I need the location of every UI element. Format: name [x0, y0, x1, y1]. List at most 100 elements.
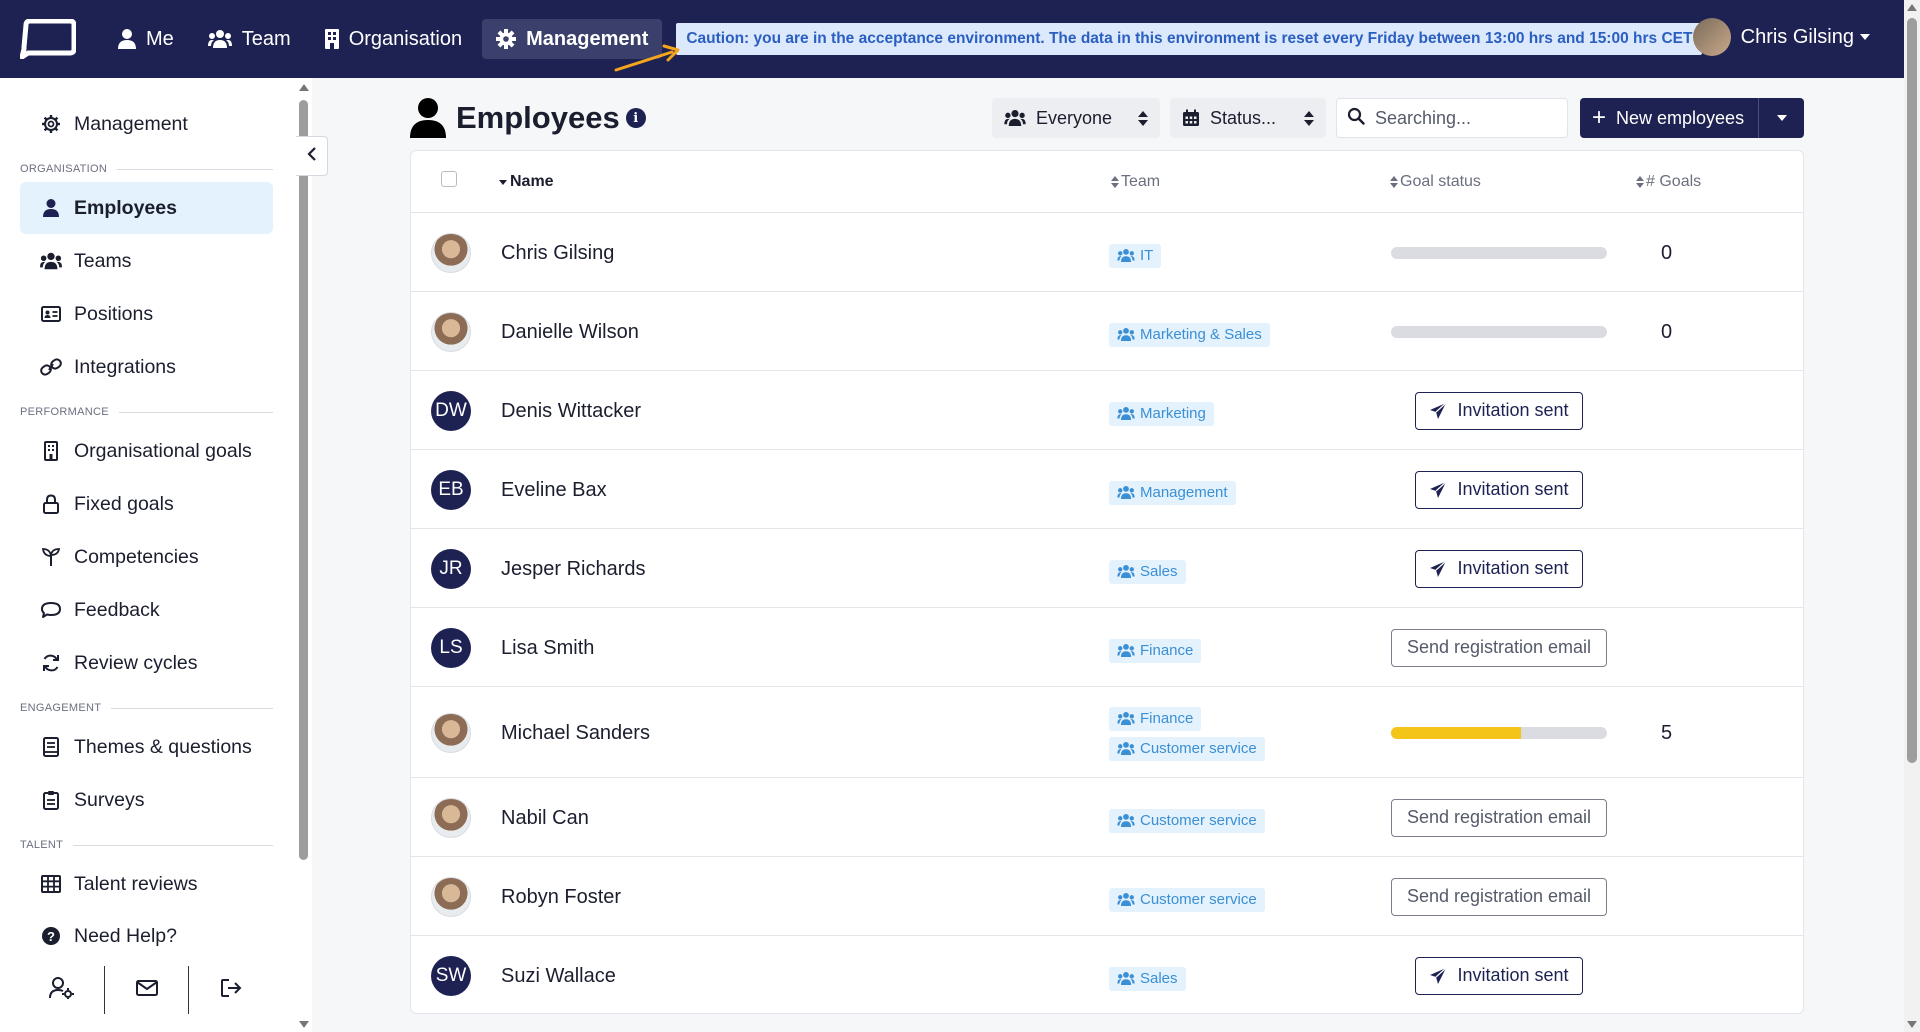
team-badge[interactable]: Marketing & Sales: [1109, 322, 1270, 347]
table-row[interactable]: DW Denis Wittacker Marketing Invitation sen…: [411, 371, 1803, 450]
app-logo[interactable]: [20, 19, 76, 59]
avatar[interactable]: [431, 712, 471, 753]
collapse-sidebar-button[interactable]: [296, 136, 328, 176]
scrollbar-thumb[interactable]: [1907, 18, 1917, 763]
invitation-sent-button[interactable]: Invitation sent: [1415, 391, 1583, 430]
avatar[interactable]: EB: [431, 469, 471, 510]
team-badge[interactable]: Marketing: [1109, 401, 1214, 426]
column-header-name[interactable]: Name: [499, 173, 554, 191]
sidebar-item-positions[interactable]: Positions: [20, 288, 273, 340]
table-row[interactable]: EB Eveline Bax Management Invitation sent: [411, 450, 1803, 529]
invitation-sent-label: Invitation sent: [1457, 965, 1569, 985]
sidebar-item-themes-questions[interactable]: Themes & questions: [20, 721, 273, 773]
sidebar-item-need-help[interactable]: ? Need Help?: [20, 910, 273, 962]
table-row[interactable]: Nabil Can Customer service Send registrati…: [411, 778, 1803, 857]
nav-team[interactable]: Team: [194, 19, 305, 59]
sidebar-item-review-cycles[interactable]: Review cycles: [20, 637, 273, 689]
employee-name[interactable]: Chris Gilsing: [501, 242, 614, 265]
avatar[interactable]: JR: [431, 548, 471, 589]
employee-name[interactable]: Nabil Can: [501, 807, 589, 830]
avatar[interactable]: [431, 797, 471, 838]
table-row[interactable]: SW Suzi Wallace Sales Invitation sent: [411, 936, 1803, 1015]
employee-name[interactable]: Eveline Bax: [501, 479, 607, 502]
sidebar-item-talent-reviews[interactable]: Talent reviews: [20, 858, 273, 910]
column-header-goals[interactable]: # Goals: [1636, 173, 1701, 191]
team-badge[interactable]: Sales: [1109, 966, 1186, 991]
scroll-down-icon[interactable]: [1907, 1021, 1917, 1028]
nav-me[interactable]: Me: [104, 19, 188, 59]
send-registration-email-button[interactable]: Send registration email: [1391, 628, 1607, 667]
avatar[interactable]: DW: [431, 390, 471, 431]
column-header-team[interactable]: Team: [1111, 173, 1160, 191]
select-all-checkbox[interactable]: [441, 171, 457, 187]
info-icon[interactable]: i: [625, 108, 646, 128]
employee-name[interactable]: Michael Sanders: [501, 722, 650, 745]
search-input[interactable]: [1375, 107, 1555, 129]
search-box[interactable]: [1336, 98, 1568, 138]
sidebar-item-surveys[interactable]: Surveys: [20, 774, 273, 826]
sidebar-item-teams[interactable]: Teams: [20, 235, 273, 287]
team-badge[interactable]: Customer service: [1109, 736, 1265, 761]
sidebar-scrollbar-thumb[interactable]: [299, 100, 308, 860]
avatar[interactable]: [431, 232, 471, 273]
sidebar-item-fixed-goals[interactable]: Fixed goals: [20, 478, 273, 530]
sidebar-item-employees[interactable]: Employees: [20, 182, 273, 234]
paper-plane-icon: [1429, 481, 1447, 499]
employee-name[interactable]: Danielle Wilson: [501, 321, 639, 344]
send-registration-email-button[interactable]: Send registration email: [1391, 798, 1607, 837]
messages-button[interactable]: [105, 966, 189, 1014]
scroll-down-icon[interactable]: [299, 1021, 309, 1028]
employee-name[interactable]: Suzi Wallace: [501, 965, 616, 988]
new-employees-button[interactable]: + New employees: [1580, 98, 1758, 138]
team-badge[interactable]: Customer service: [1109, 808, 1265, 833]
team-badge[interactable]: IT: [1109, 243, 1162, 268]
top-navbar: Me Team Organisation Management Caution:…: [0, 0, 1904, 78]
user-settings-button[interactable]: [20, 966, 104, 1014]
table-row[interactable]: Michael Sanders Finance Customer service 5: [411, 687, 1803, 778]
avatar[interactable]: [431, 311, 471, 352]
window-scrollbar[interactable]: [1904, 0, 1920, 1032]
paper-plane-icon: [1429, 967, 1447, 985]
team-badge[interactable]: Finance: [1109, 706, 1202, 731]
invitation-sent-button[interactable]: Invitation sent: [1415, 470, 1583, 509]
sidebar-item-competencies[interactable]: Competencies: [20, 531, 273, 583]
team-badge[interactable]: Sales: [1109, 559, 1186, 584]
sidebar-item-organisational-goals[interactable]: Organisational goals: [20, 425, 273, 477]
sidebar-scrollbar[interactable]: [296, 78, 312, 1032]
sidebar-item-management[interactable]: Management: [20, 98, 273, 150]
table-row[interactable]: JR Jesper Richards Sales Invitation sent: [411, 529, 1803, 608]
sidebar-item-feedback[interactable]: Feedback: [20, 584, 273, 636]
filter-everyone-select[interactable]: Everyone: [992, 98, 1160, 138]
invitation-sent-button[interactable]: Invitation sent: [1415, 549, 1583, 588]
avatar[interactable]: SW: [431, 955, 471, 996]
invitation-sent-button[interactable]: Invitation sent: [1415, 956, 1583, 995]
scroll-up-icon[interactable]: [1907, 4, 1917, 11]
page-title-text: Employees: [456, 100, 620, 135]
table-row[interactable]: Robyn Foster Customer service Send registr…: [411, 857, 1803, 936]
sidebar-item-integrations[interactable]: Integrations: [20, 341, 273, 393]
employee-name[interactable]: Lisa Smith: [501, 637, 594, 660]
svg-text:?: ?: [47, 929, 55, 944]
table-row[interactable]: LS Lisa Smith Finance Send registration ema…: [411, 608, 1803, 687]
user-menu[interactable]: Chris Gilsing: [1692, 18, 1870, 56]
table-row[interactable]: Chris Gilsing IT 0: [411, 213, 1803, 292]
employee-name[interactable]: Jesper Richards: [501, 558, 646, 581]
employee-name[interactable]: Denis Wittacker: [501, 400, 641, 423]
avatar[interactable]: LS: [431, 627, 471, 668]
nav-team-label: Team: [241, 27, 291, 50]
refresh-icon: [40, 653, 62, 673]
team-badge[interactable]: Management: [1109, 480, 1236, 505]
column-header-goal-status[interactable]: Goal status: [1390, 173, 1481, 191]
nav-organisation[interactable]: Organisation: [311, 19, 476, 59]
new-employees-dropdown-toggle[interactable]: [1758, 98, 1804, 138]
scroll-up-icon[interactable]: [299, 84, 309, 91]
table-row[interactable]: Danielle Wilson Marketing & Sales 0: [411, 292, 1803, 371]
filter-status-select[interactable]: Status...: [1170, 98, 1326, 138]
send-registration-email-button[interactable]: Send registration email: [1391, 877, 1607, 916]
goal-progress-fill: [1391, 726, 1521, 739]
logout-button[interactable]: [189, 966, 273, 1014]
team-badge[interactable]: Customer service: [1109, 887, 1265, 912]
employee-name[interactable]: Robyn Foster: [501, 886, 621, 909]
team-badge[interactable]: Finance: [1109, 638, 1202, 663]
avatar[interactable]: [431, 876, 471, 917]
